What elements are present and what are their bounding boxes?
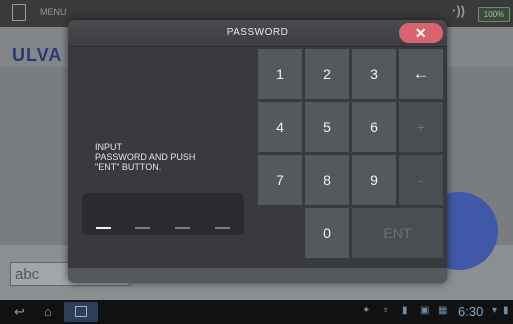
system-nav-bar: ↩ ⌂ ✦ ♆ ▮ ▣ ▦ 6:30 ▾ ▮ bbox=[0, 300, 513, 324]
debug-icon: ♆ bbox=[382, 305, 390, 316]
password-slot bbox=[96, 227, 111, 229]
password-slot bbox=[135, 227, 150, 229]
clock: 6:30 bbox=[458, 304, 484, 319]
screenshot-icon: ▦ bbox=[438, 305, 448, 316]
brand-logo: ULVA bbox=[12, 45, 63, 65]
wifi-icon: ·)) bbox=[452, 3, 465, 18]
key-5[interactable]: 5 bbox=[305, 102, 349, 152]
dialog-footer bbox=[68, 268, 447, 283]
battery-indicator: 100% bbox=[478, 7, 510, 22]
close-button[interactable]: ✕ bbox=[399, 23, 443, 43]
key-6[interactable]: 6 bbox=[352, 102, 396, 152]
backspace-button[interactable]: ← bbox=[399, 49, 443, 99]
back-icon[interactable]: ↩ bbox=[14, 304, 25, 320]
home-icon[interactable]: ⌂ bbox=[44, 304, 52, 319]
recent-apps-button[interactable] bbox=[64, 302, 98, 322]
key-2[interactable]: 2 bbox=[305, 49, 349, 99]
key-0[interactable]: 0 bbox=[305, 208, 349, 258]
close-icon: ✕ bbox=[414, 25, 428, 41]
battery-icon: ▮ bbox=[503, 305, 509, 316]
dialog-title: PASSWORD bbox=[226, 27, 289, 38]
key-7[interactable]: 7 bbox=[258, 155, 302, 205]
key-9[interactable]: 9 bbox=[352, 155, 396, 205]
key-4[interactable]: 4 bbox=[258, 102, 302, 152]
key-8[interactable]: 8 bbox=[305, 155, 349, 205]
password-slot bbox=[175, 227, 190, 229]
usb-icon: ✦ bbox=[362, 305, 371, 316]
password-dialog: PASSWORD ✕ INPUT PASSWORD AND PUSH "ENT"… bbox=[68, 20, 447, 283]
key-3[interactable]: 3 bbox=[352, 49, 396, 99]
document-icon bbox=[12, 4, 26, 21]
download-icon: ▣ bbox=[420, 305, 430, 316]
recent-apps-icon bbox=[75, 306, 87, 317]
dialog-body: INPUT PASSWORD AND PUSH "ENT" BUTTON. 1 … bbox=[68, 47, 447, 283]
signal-icon: ▾ bbox=[492, 305, 498, 316]
password-field[interactable] bbox=[82, 193, 244, 235]
instruction-text: INPUT PASSWORD AND PUSH "ENT" BUTTON. bbox=[95, 142, 196, 172]
sd-card-icon: ▮ bbox=[402, 305, 408, 316]
menu-label: MENU bbox=[40, 7, 67, 17]
plus-button[interactable]: + bbox=[399, 102, 443, 152]
key-1[interactable]: 1 bbox=[258, 49, 302, 99]
dialog-title-bar: PASSWORD ✕ bbox=[68, 20, 447, 47]
enter-button[interactable]: ENT bbox=[352, 208, 443, 258]
minus-button[interactable]: - bbox=[399, 155, 443, 205]
password-slot bbox=[215, 227, 230, 229]
